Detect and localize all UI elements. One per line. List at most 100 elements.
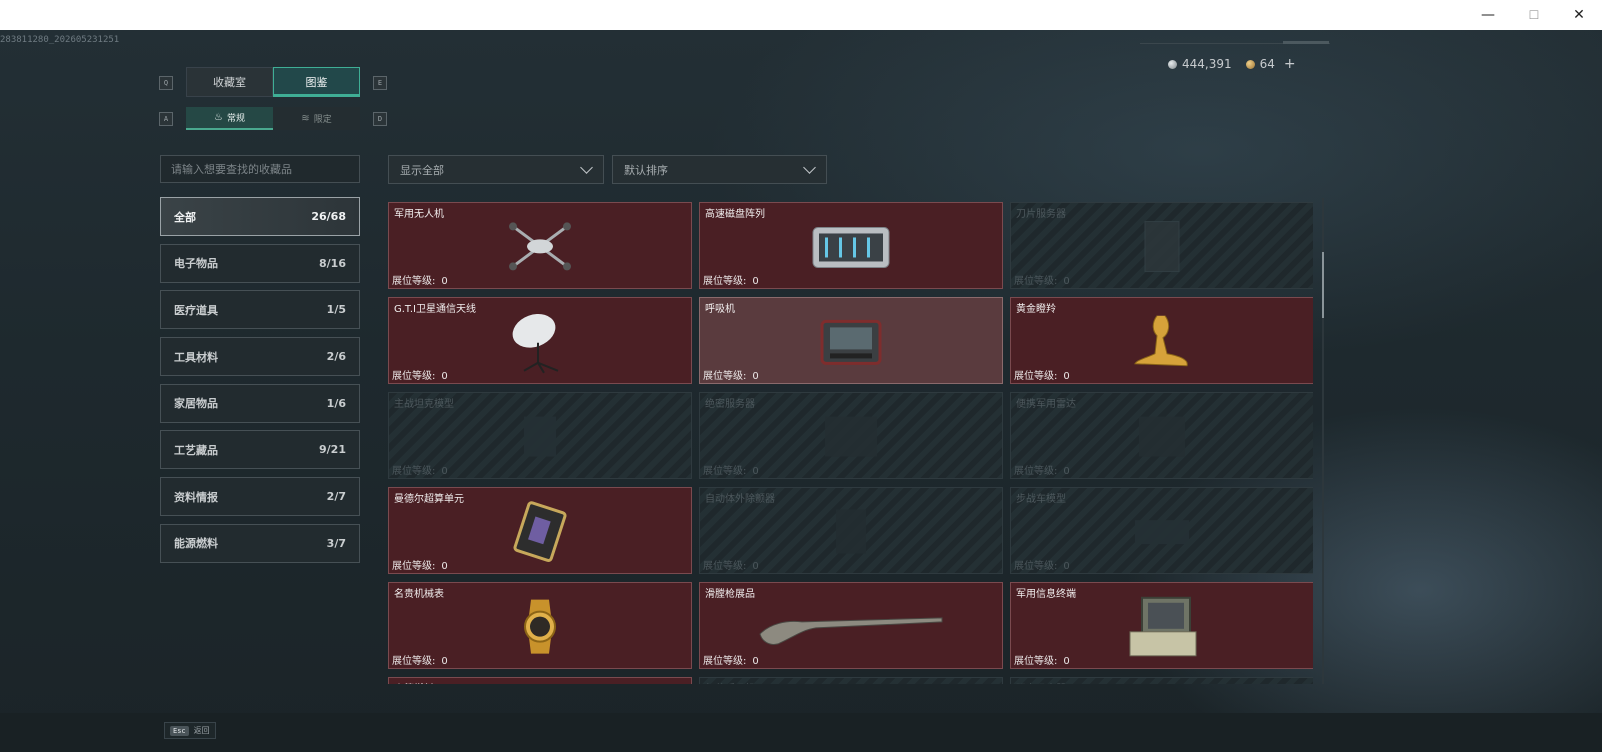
subtab-limited[interactable]: ≋ 限定 [273,107,360,130]
category-energy[interactable]: 能源燃料 3/7 [160,523,360,563]
booth-level: 展位等级: 0 [1014,652,1070,667]
item-name: 呼吸机 [705,304,735,315]
ifv-model-icon [1127,506,1197,560]
gold-amount: 64 [1259,57,1275,71]
booth-level-label: 展位等级: [1014,466,1058,477]
drone-icon [505,218,575,278]
item-name: 刀片服务器 [1016,209,1066,220]
collection-card[interactable]: 步战车模型展位等级: 0 [1010,487,1313,574]
booth-level-value: 0 [1063,656,1070,667]
booth-level-label: 展位等级: [1014,561,1058,572]
booth-level: 展位等级: 0 [703,462,759,477]
close-button[interactable]: ✕ [1556,0,1602,30]
booth-level: 展位等级: 0 [703,367,759,382]
collection-card[interactable]: 曼德尔超算单元 展位等级: 0 [388,487,692,574]
maximize-button[interactable]: ☐ [1511,0,1557,30]
booth-level: 展位等级: 0 [392,272,448,287]
collection-card[interactable]: 复苏呼吸机展位等级: [699,677,1003,684]
category-tools[interactable]: 工具材料 2/6 [160,337,360,377]
tab-codex[interactable]: 图鉴 [273,67,360,97]
gold-coin-icon [1245,60,1255,69]
collection-card[interactable]: 自动体外除颤器 展位等级: 0 [699,487,1003,574]
back-button[interactable]: Esc 返回 [164,722,216,739]
subtab-regular[interactable]: ♨ 常规 [186,107,273,130]
collection-card[interactable]: 呼吸机展位等级: 0 [699,297,1003,384]
booth-level-value: 0 [441,561,448,572]
category-label: 家居物品 [174,397,218,411]
musket-icon [756,603,946,651]
category-label: 电子物品 [174,257,218,271]
booth-level-label: 展位等级: [392,656,436,667]
booth-level-value: 0 [1063,466,1070,477]
booth-level: 展位等级: 0 [392,652,448,667]
booth-level-value: 0 [752,371,759,382]
booth-level-label: 展位等级: [392,371,436,382]
minimize-button[interactable]: — [1465,0,1511,30]
chevron-down-icon [803,160,816,174]
collection-card[interactable]: 主战坦克模型 展位等级: 0 [388,392,692,479]
category-count: 9/21 [319,443,346,457]
collection-card[interactable]: G.T.I卫星通信天线 展位等级: 0 [388,297,692,384]
category-household[interactable]: 家居物品 1/6 [160,383,360,423]
sort-value: 默认排序 [624,163,668,177]
bottom-bar [0,713,1602,752]
category-all[interactable]: 全部 26/68 [160,197,360,236]
category-crafts[interactable]: 工艺藏品 9/21 [160,430,360,470]
item-name: 便携军用雷达 [1016,399,1076,410]
booth-level-value: 0 [1063,371,1070,382]
booth-level-label: 展位等级: [703,561,747,572]
collection-card[interactable]: 强力吸尘器展位等级: [1010,677,1313,684]
item-name: G.T.I卫星通信天线 [394,304,476,315]
disk-array-icon [809,217,893,279]
item-name: 步战车模型 [1016,494,1066,505]
booth-level-value: 0 [441,371,448,382]
add-currency-button[interactable]: + [1284,56,1296,72]
collection-card[interactable]: 刀片服务器展位等级: 0 [1010,202,1313,289]
collection-card[interactable]: 滑膛枪展品 展位等级: 0 [699,582,1003,669]
filter-dropdown[interactable]: 显示全部 [388,155,604,184]
item-name: 绝密服务器 [705,399,755,410]
category-count: 2/7 [326,490,346,504]
key-hint-e: E [373,76,387,90]
category-medical[interactable]: 医疗道具 1/5 [160,290,360,330]
category-intel[interactable]: 资料情报 2/7 [160,477,360,517]
category-count: 2/6 [326,350,346,364]
booth-level: 展位等级: 0 [703,557,759,572]
ventilator-icon [816,313,886,373]
category-label: 能源燃料 [174,537,218,551]
booth-level-value: 0 [752,466,759,477]
collection-card[interactable]: 黄金瞪羚 展位等级: 0 [1010,297,1313,384]
blade-server-icon [1137,216,1187,280]
collection-card[interactable]: 绝密服务器展位等级: 0 [699,392,1003,479]
tab-collection-room[interactable]: 收藏室 [186,67,273,97]
search-input[interactable] [160,155,360,183]
booth-level: 展位等级: 0 [1014,272,1070,287]
item-name: 曼德尔超算单元 [394,494,464,505]
booth-level-label: 展位等级: [1014,371,1058,382]
collection-card[interactable]: 名贵机械表 展位等级: 0 [388,582,692,669]
collection-card[interactable]: 便携军用雷达 展位等级: 0 [1010,392,1313,479]
booth-level-value: 0 [441,276,448,287]
booth-level-value: 0 [1063,561,1070,572]
collection-card[interactable]: 军用信息终端 展位等级: 0 [1010,582,1313,669]
gold-watch-icon [511,595,569,661]
category-electronics[interactable]: 电子物品 8/16 [160,243,360,283]
collection-card[interactable]: 军用无人机 展位等级: 0 [388,202,692,289]
booth-level-value: 0 [752,276,759,287]
sort-dropdown[interactable]: 默认排序 [612,155,827,184]
gold-currency: 64 + [1245,56,1296,72]
scrollbar-thumb[interactable] [1322,252,1324,318]
secret-server-icon [811,406,891,470]
wings-icon: ≋ [301,113,310,124]
category-list: 全部 26/68 电子物品 8/16 医疗道具 1/5 工具材料 2/6 家居物品 1/6… [160,197,360,571]
booth-level-value: 0 [752,561,759,572]
booth-level-label: 展位等级: [392,276,436,287]
category-count: 8/16 [319,256,346,270]
collection-card[interactable]: 火箭燃料展位等级: [388,677,692,684]
back-label: 返回 [193,726,210,735]
subtab-label: 常规 [226,114,245,124]
window-titlebar: — ☐ ✕ [0,0,1602,30]
collection-card[interactable]: 高速磁盘阵列 展位等级: 0 [699,202,1003,289]
key-hint-q: Q [159,76,173,90]
booth-level-label: 展位等级: [703,371,747,382]
